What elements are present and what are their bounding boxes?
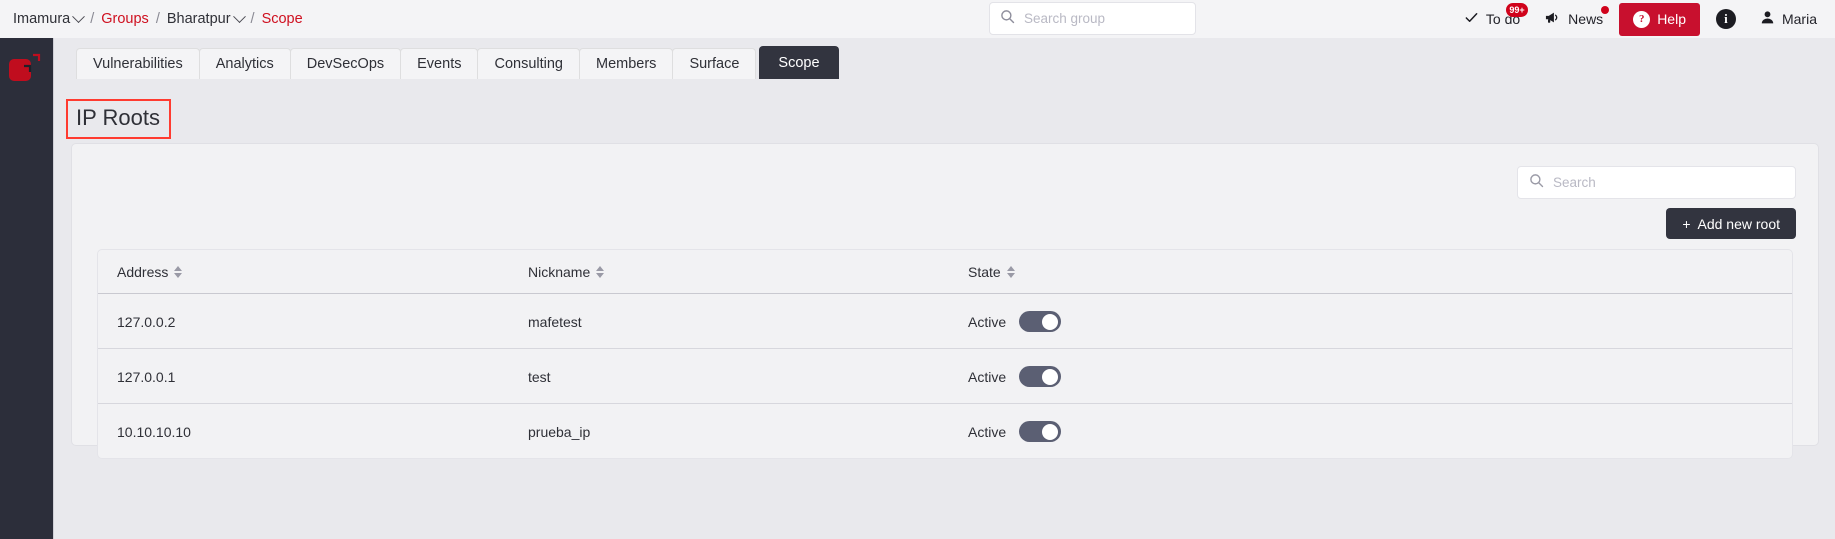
- search-icon: [1529, 173, 1544, 193]
- tab-bar: Vulnerabilities Analytics DevSecOps Events C…: [54, 38, 1835, 79]
- sort-arrows-icon[interactable]: [596, 266, 605, 278]
- column-header-state[interactable]: State: [968, 250, 1792, 294]
- cell-nickname: prueba_ip: [528, 423, 591, 440]
- table-row[interactable]: 127.0.0.2 mafetest Active: [98, 293, 1792, 349]
- cell-address: 10.10.10.10: [117, 423, 191, 440]
- column-header-label: State: [968, 264, 1001, 280]
- top-header-bar: Imamura / Groups / Bharatpur / Scope To do 99+: [0, 0, 1835, 38]
- table-body: 127.0.0.2 mafetest Active 127.0.0.1 test Acti…: [98, 293, 1792, 459]
- cell-address: 127.0.0.2: [98, 293, 528, 349]
- group-search-box[interactable]: [989, 2, 1196, 35]
- help-button[interactable]: ? Help: [1619, 2, 1700, 36]
- column-header-inner: Nickname: [528, 264, 605, 280]
- help-question-icon: ?: [1633, 10, 1651, 28]
- chevron-down-icon[interactable]: [232, 9, 246, 23]
- chevron-down-icon[interactable]: [72, 9, 86, 23]
- user-name: Maria: [1781, 11, 1817, 27]
- header-actions: To do 99+ News ? Help i Maria: [1452, 0, 1835, 38]
- breadcrumb-separator: /: [155, 11, 160, 27]
- table-search-box[interactable]: [1517, 166, 1796, 199]
- help-label: Help: [1657, 11, 1686, 27]
- sort-arrows-icon[interactable]: [174, 266, 183, 278]
- news-notification-dot: [1601, 6, 1610, 14]
- news-label: News: [1568, 11, 1604, 27]
- toggle-knob: [1042, 423, 1059, 440]
- check-icon: [1464, 10, 1479, 28]
- tab-devsecops[interactable]: DevSecOps: [289, 48, 402, 79]
- column-header-label: Address: [117, 264, 169, 280]
- cell-state: Active: [968, 293, 1792, 349]
- column-header-inner: Address: [117, 264, 183, 280]
- search-icon: [1000, 9, 1015, 29]
- breadcrumb-label: Bharatpur: [166, 11, 231, 27]
- breadcrumb-label: Imamura: [13, 11, 71, 27]
- cell-nickname: test: [528, 348, 968, 404]
- ip-roots-table-container: Address Nickname State 127.0.0.2 mafetest Ac…: [97, 249, 1793, 459]
- add-new-root-button[interactable]: + Add new root: [1666, 208, 1796, 239]
- card-toolbar: + Add new root: [72, 144, 1818, 249]
- breadcrumb-label: Groups: [101, 11, 149, 27]
- table-head: Address Nickname State: [98, 250, 1792, 294]
- table-search-input[interactable]: [1553, 175, 1784, 190]
- breadcrumb-item-imamura[interactable]: Imamura: [13, 9, 86, 27]
- group-search-input[interactable]: [1024, 11, 1185, 26]
- cell-nickname: mafetest: [528, 293, 968, 349]
- column-header-nickname[interactable]: Nickname: [528, 250, 968, 294]
- avatar: [1760, 10, 1775, 28]
- tab-consulting[interactable]: Consulting: [477, 48, 580, 79]
- cell-state: Active: [968, 348, 1792, 404]
- toggle-knob: [1042, 368, 1059, 385]
- tab-members[interactable]: Members: [579, 48, 674, 79]
- table-header-row: Address Nickname State: [98, 250, 1792, 294]
- app-logo-icon[interactable]: [8, 50, 42, 84]
- page-title-highlight: IP Roots: [66, 99, 171, 139]
- ip-roots-card: + Add new root Address Nickname State 127.…: [71, 143, 1819, 459]
- megaphone-icon: [1544, 10, 1561, 28]
- tab-vulnerabilities[interactable]: Vulnerabilities: [76, 48, 200, 79]
- cell-address: 127.0.0.1: [98, 348, 528, 404]
- cell-state: Active: [968, 404, 1792, 459]
- breadcrumb-separator: /: [250, 11, 255, 27]
- state-cell-inner: Active: [968, 421, 1792, 442]
- column-header-inner: State: [968, 264, 1015, 280]
- state-cell-inner: Active: [968, 311, 1792, 332]
- state-toggle[interactable]: [1019, 366, 1062, 387]
- toggle-knob: [1042, 313, 1059, 330]
- tab-events[interactable]: Events: [400, 48, 479, 79]
- user-menu[interactable]: Maria: [1748, 0, 1835, 38]
- todo-badge: 99+: [1505, 3, 1529, 17]
- breadcrumb-label: Scope: [261, 11, 303, 27]
- state-cell-inner: Active: [968, 366, 1792, 387]
- state-toggle[interactable]: [1019, 311, 1062, 332]
- table-row[interactable]: 10.10.10.10 prueba_ip Active: [98, 404, 1792, 459]
- todo-button[interactable]: To do 99+: [1452, 0, 1532, 38]
- state-label: Active: [968, 313, 1007, 330]
- breadcrumb: Imamura / Groups / Bharatpur / Scope: [13, 9, 303, 27]
- sort-arrows-icon[interactable]: [1006, 266, 1015, 278]
- column-header-address[interactable]: Address: [98, 250, 528, 294]
- page-title: IP Roots: [76, 105, 160, 130]
- state-toggle[interactable]: [1019, 421, 1062, 442]
- ip-roots-table: Address Nickname State 127.0.0.2 mafetest Ac…: [98, 250, 1792, 458]
- tab-surface[interactable]: Surface: [672, 48, 757, 79]
- info-button[interactable]: i: [1704, 0, 1748, 38]
- state-label: Active: [968, 368, 1007, 385]
- column-header-label: Nickname: [528, 264, 591, 280]
- news-button[interactable]: News: [1532, 0, 1615, 38]
- table-row[interactable]: 127.0.0.1 test Active: [98, 348, 1792, 404]
- breadcrumb-separator: /: [90, 11, 95, 27]
- tab-scope[interactable]: Scope: [759, 46, 839, 79]
- plus-icon: +: [1682, 215, 1691, 232]
- info-icon: i: [1715, 9, 1736, 29]
- breadcrumb-item-bharatpur[interactable]: Bharatpur: [166, 9, 246, 27]
- breadcrumb-item-groups[interactable]: Groups: [101, 11, 149, 27]
- state-label: Active: [968, 423, 1007, 440]
- breadcrumb-item-scope[interactable]: Scope: [262, 11, 303, 27]
- tab-analytics[interactable]: Analytics: [198, 48, 291, 79]
- add-new-root-label: Add new root: [1697, 215, 1781, 232]
- left-sidebar-rail: [0, 38, 54, 539]
- app-root: Imamura / Groups / Bharatpur / Scope To do 99+: [0, 0, 1835, 539]
